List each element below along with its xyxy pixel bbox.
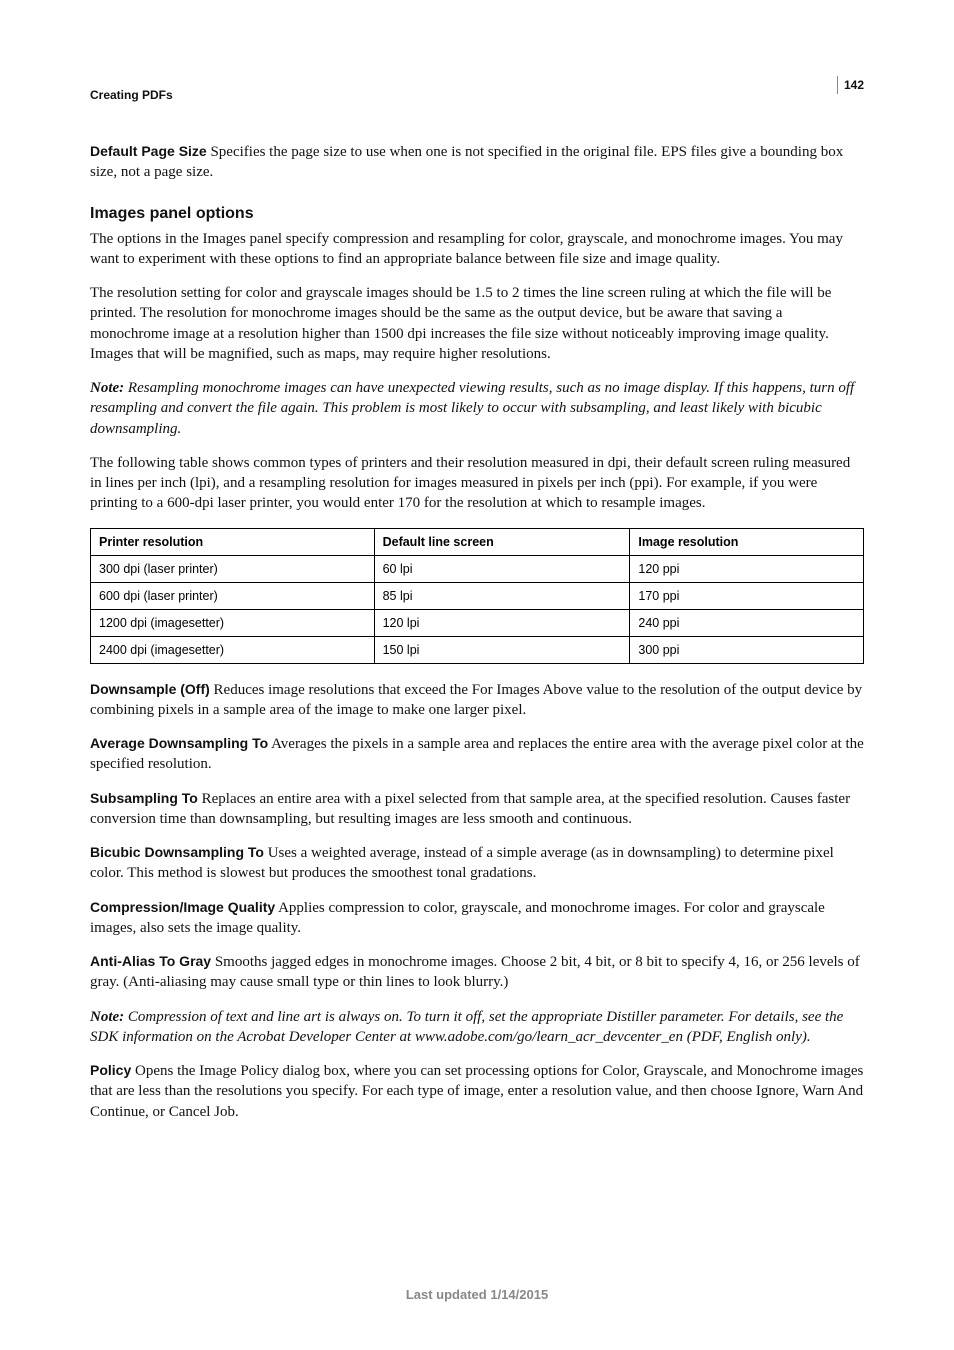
def-term: Downsample (Off) <box>90 681 210 697</box>
def-body: Replaces an entire area with a pixel sel… <box>90 791 850 827</box>
page-footer: Last updated 1/14/2015 <box>0 1287 954 1302</box>
def-bicubic-downsampling: Bicubic Downsampling To Uses a weighted … <box>90 843 864 884</box>
devcenter-link[interactable]: www.adobe.com/go/learn_acr_devcenter_en <box>415 1029 683 1045</box>
def-antialias-to-gray: Anti-Alias To Gray Smooths jagged edges … <box>90 952 864 993</box>
note-label: Note: <box>90 1009 124 1025</box>
def-compression-quality: Compression/Image Quality Applies compre… <box>90 898 864 939</box>
table-cell: 300 ppi <box>630 636 864 663</box>
page-number: 142 <box>837 76 864 94</box>
def-term: Compression/Image Quality <box>90 899 275 915</box>
note-body: Resampling monochrome images can have un… <box>90 380 854 437</box>
note-body-post: (PDF, English only). <box>683 1029 811 1045</box>
page-header: Creating PDFs 142 <box>90 88 864 102</box>
table-cell: 60 lpi <box>374 555 630 582</box>
def-term: Default Page Size <box>90 143 207 159</box>
table-header-cell: Image resolution <box>630 528 864 555</box>
note-label: Note: <box>90 380 124 396</box>
table-row: 600 dpi (laser printer) 85 lpi 170 ppi <box>91 582 864 609</box>
def-downsample-off: Downsample (Off) Reduces image resolutio… <box>90 680 864 721</box>
images-panel-note1: Note: Resampling monochrome images can h… <box>90 378 864 439</box>
def-term: Bicubic Downsampling To <box>90 844 264 860</box>
table-cell: 240 ppi <box>630 609 864 636</box>
table-cell: 120 lpi <box>374 609 630 636</box>
images-panel-p1: The options in the Images panel specify … <box>90 229 864 270</box>
note-compression: Note: Compression of text and line art i… <box>90 1007 864 1048</box>
resolution-table: Printer resolution Default line screen I… <box>90 528 864 664</box>
table-header-row: Printer resolution Default line screen I… <box>91 528 864 555</box>
images-panel-p2: The resolution setting for color and gra… <box>90 283 864 364</box>
table-cell: 120 ppi <box>630 555 864 582</box>
def-body: Opens the Image Policy dialog box, where… <box>90 1063 863 1120</box>
def-term: Average Downsampling To <box>90 735 268 751</box>
table-cell: 85 lpi <box>374 582 630 609</box>
def-policy: Policy Opens the Image Policy dialog box… <box>90 1061 864 1122</box>
table-cell: 170 ppi <box>630 582 864 609</box>
table-cell: 150 lpi <box>374 636 630 663</box>
images-panel-p3: The following table shows common types o… <box>90 453 864 514</box>
table-cell: 2400 dpi (imagesetter) <box>91 636 375 663</box>
table-cell: 600 dpi (laser printer) <box>91 582 375 609</box>
def-term: Policy <box>90 1062 131 1078</box>
images-panel-heading: Images panel options <box>90 205 864 223</box>
table-row: 300 dpi (laser printer) 60 lpi 120 ppi <box>91 555 864 582</box>
page: Creating PDFs 142 Default Page Size Spec… <box>0 0 954 1350</box>
table-row: 1200 dpi (imagesetter) 120 lpi 240 ppi <box>91 609 864 636</box>
def-term: Anti-Alias To Gray <box>90 953 211 969</box>
table-cell: 300 dpi (laser printer) <box>91 555 375 582</box>
table-header-cell: Printer resolution <box>91 528 375 555</box>
table-cell: 1200 dpi (imagesetter) <box>91 609 375 636</box>
def-subsampling-to: Subsampling To Replaces an entire area w… <box>90 789 864 830</box>
def-average-downsampling: Average Downsampling To Averages the pix… <box>90 734 864 775</box>
def-default-page-size: Default Page Size Specifies the page siz… <box>90 142 864 183</box>
section-title: Creating PDFs <box>90 88 173 102</box>
table-header-cell: Default line screen <box>374 528 630 555</box>
def-term: Subsampling To <box>90 790 198 806</box>
table-row: 2400 dpi (imagesetter) 150 lpi 300 ppi <box>91 636 864 663</box>
